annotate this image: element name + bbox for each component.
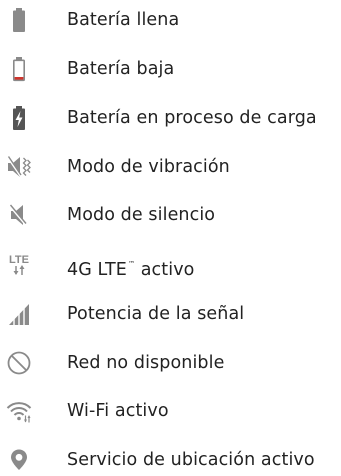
legend-label: Batería llena [67, 10, 180, 30]
battery-charging-icon [6, 105, 32, 131]
legend-row-signal: Potencia de la señal [0, 298, 341, 330]
legend-row-lte: LTE 4G LTE™ activo [0, 248, 341, 280]
legend-label: Wi-Fi activo [67, 401, 169, 421]
location-icon [6, 447, 32, 473]
silent-mode-icon [6, 202, 32, 228]
battery-low-icon [6, 56, 32, 82]
legend-label: Modo de vibración [67, 157, 230, 177]
legend-label: Potencia de la señal [67, 304, 245, 324]
legend-label: Red no disponible [67, 353, 225, 373]
legend-label: Batería en proceso de carga [67, 108, 317, 128]
legend-label-main: 4G LTE [67, 260, 127, 280]
lte-icon: LTE [6, 251, 32, 277]
legend-row-silent: Modo de silencio [0, 199, 341, 231]
wifi-active-icon [6, 398, 32, 424]
legend-row-vibrate: Modo de vibración [0, 151, 341, 183]
legend-row-network-unavailable: Red no disponible [0, 347, 341, 379]
vibrate-mode-icon [6, 154, 32, 180]
network-unavailable-icon [6, 350, 32, 376]
legend-label: 4G LTE™ activo [67, 252, 194, 282]
legend-label-tail: activo [135, 260, 195, 280]
legend-row-battery-full: Batería llena [0, 4, 341, 36]
legend-label: Servicio de ubicación activo [67, 450, 315, 470]
legend-label: Modo de silencio [67, 205, 216, 225]
legend-row-battery-low: Batería baja [0, 53, 341, 85]
legend-row-wifi: Wi-Fi activo [0, 395, 341, 427]
legend-row-battery-charging: Batería en proceso de carga [0, 102, 341, 134]
trademark-symbol: ™ [127, 260, 136, 268]
legend-label: Batería baja [67, 59, 175, 79]
legend-row-location: Servicio de ubicación activo [0, 444, 341, 476]
lte-icon-text: LTE [9, 254, 29, 266]
battery-full-icon [6, 7, 32, 33]
signal-strength-icon [6, 301, 32, 327]
